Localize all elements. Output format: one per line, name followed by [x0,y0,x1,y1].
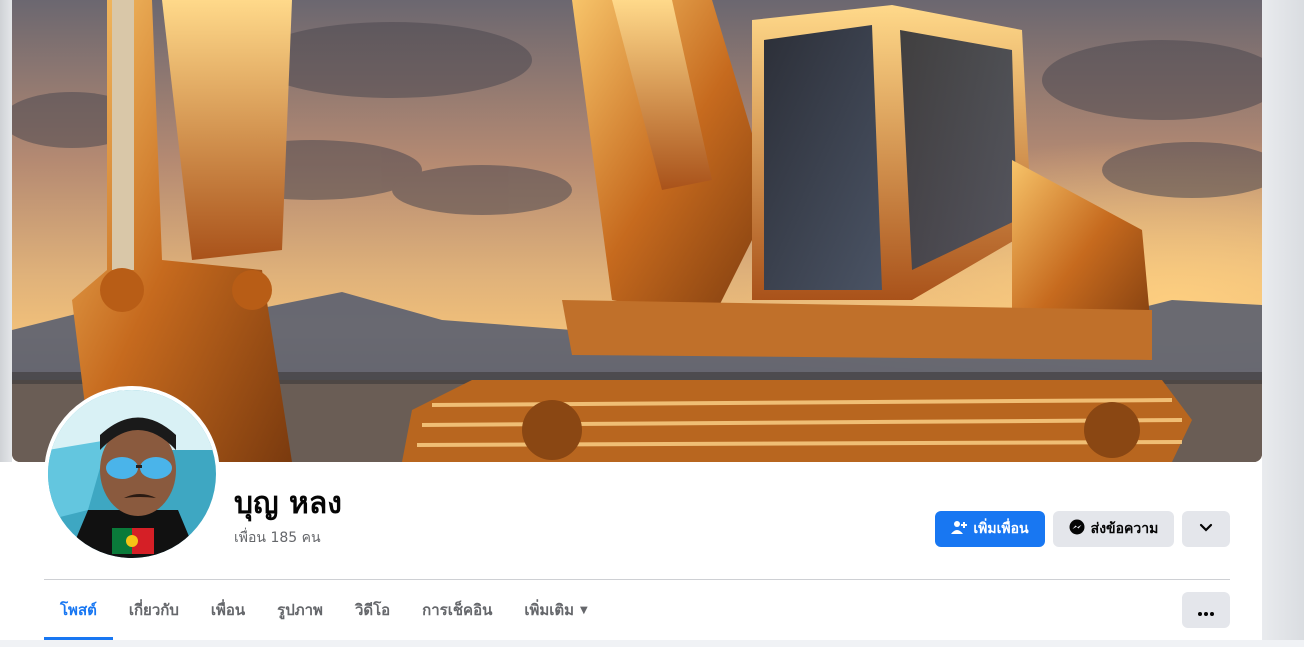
friends-count[interactable]: เพื่อน 185 คน [234,528,321,548]
tab-about[interactable]: เกี่ยวกับ [113,580,195,640]
tab-label: การเช็คอิน [422,601,493,619]
tab-videos[interactable]: วิดีโอ [339,580,406,640]
tab-more[interactable]: เพิ่มเติม ▼ [508,580,603,640]
caret-down-icon: ▼ [580,604,588,616]
add-friend-label: เพิ่มเพื่อน [973,521,1029,537]
add-friend-button[interactable]: เพิ่มเพื่อน [935,511,1045,547]
message-label: ส่งข้อความ [1090,521,1159,537]
ellipsis-icon [1198,601,1214,620]
avatar-image [48,390,216,558]
chevron-down-icon [1199,520,1213,538]
profile-tabs: โพสต์ เกี่ยวกับ เพื่อน รูปภาพ วิดีโอ การ… [44,580,604,640]
person-plus-icon [951,519,968,539]
tab-label: เกี่ยวกับ [128,601,179,619]
tab-posts[interactable]: โพสต์ [44,580,113,640]
tab-friends[interactable]: เพื่อน [195,580,261,640]
cover-photo[interactable] [12,0,1262,462]
content-area-top [0,640,1304,647]
profile-options-dropdown[interactable] [1182,511,1230,547]
tab-label: เพิ่มเติม [524,601,575,619]
message-button[interactable]: ส่งข้อความ [1053,511,1174,547]
cover-photo-image [12,0,1262,462]
left-gutter [0,0,12,462]
messenger-icon [1069,519,1085,539]
tab-label: รูปภาพ [277,601,323,619]
more-options-button[interactable] [1182,592,1230,628]
profile-avatar[interactable] [44,386,220,562]
tab-label: โพสต์ [60,601,97,619]
tab-checkins[interactable]: การเช็คอิน [406,580,508,640]
tab-photos[interactable]: รูปภาพ [261,580,339,640]
profile-name: บุญ หลง [234,486,342,521]
right-gutter [1262,0,1304,647]
tab-label: เพื่อน [210,601,246,619]
tab-label: วิดีโอ [354,601,391,619]
